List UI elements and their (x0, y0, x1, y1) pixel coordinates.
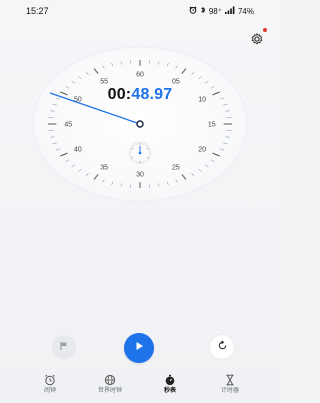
bottom-navigation: 闹钟 世界时钟 秒表 计时器 (0, 374, 280, 403)
nav-label-world-clock: 世界时钟 (97, 388, 122, 394)
signal-icon (224, 6, 235, 16)
dial-number: 30 (136, 171, 144, 178)
dial-number: 55 (100, 78, 108, 85)
network-speed-text: 98⁺ (208, 6, 222, 16)
globe-icon (104, 374, 116, 386)
nav-label-timer: 计时器 (220, 388, 239, 394)
battery-text: 74% (237, 6, 254, 16)
dial-number: 60 (136, 72, 144, 79)
dial-number: 35 (100, 165, 108, 172)
nav-label-alarm: 闹钟 (43, 388, 56, 394)
lap-button[interactable] (52, 335, 76, 359)
status-bar: 15:27 98⁺ 74% (0, 0, 280, 22)
nav-item-timer[interactable]: 计时器 (208, 374, 252, 395)
status-indicators: 98⁺ 74% (189, 6, 254, 16)
nav-item-world-clock[interactable]: 世界时钟 (88, 374, 132, 395)
sub-dial (128, 141, 152, 165)
stopwatch-controls (0, 333, 280, 363)
stopwatch-icon (164, 374, 176, 386)
stopwatch-screen: 15:27 98⁺ 74% 60 05 10 15 20 25 30 35 40… (0, 0, 280, 403)
stopwatch-dial-graphic: 600510152025303540455055 (32, 46, 248, 202)
start-button[interactable] (124, 333, 154, 363)
nav-label-stopwatch: 秒表 (163, 388, 176, 394)
nav-item-stopwatch[interactable]: 秒表 (148, 374, 192, 395)
status-time: 15:27 (26, 6, 49, 16)
hourglass-icon (224, 374, 236, 386)
flag-icon (59, 338, 69, 356)
alarm-icon (44, 374, 56, 386)
bluetooth-icon (200, 6, 206, 16)
alarm-indicator-icon (189, 6, 197, 16)
reset-icon (217, 338, 228, 356)
stopwatch-dial: 60 05 10 15 20 25 30 35 40 45 50 55 00:48.97 (32, 46, 248, 202)
elapsed-time-main: 00: (107, 86, 132, 103)
play-icon (133, 339, 145, 357)
stopwatch-hand-pivot (136, 120, 144, 128)
dial-number: 25 (172, 165, 180, 172)
gear-icon[interactable] (250, 32, 264, 46)
reset-button[interactable] (210, 335, 234, 359)
dial-number: 20 (198, 146, 206, 153)
dial-number: 15 (208, 122, 216, 129)
elapsed-time-fraction: 48.97 (131, 86, 173, 103)
dial-number: 40 (74, 146, 82, 153)
settings-notification-dot (263, 28, 267, 32)
dial-number: 45 (64, 122, 72, 129)
elapsed-time-readout: 00:48.97 (32, 86, 248, 104)
nav-item-alarm[interactable]: 闹钟 (28, 374, 72, 395)
dial-number: 05 (172, 78, 180, 85)
